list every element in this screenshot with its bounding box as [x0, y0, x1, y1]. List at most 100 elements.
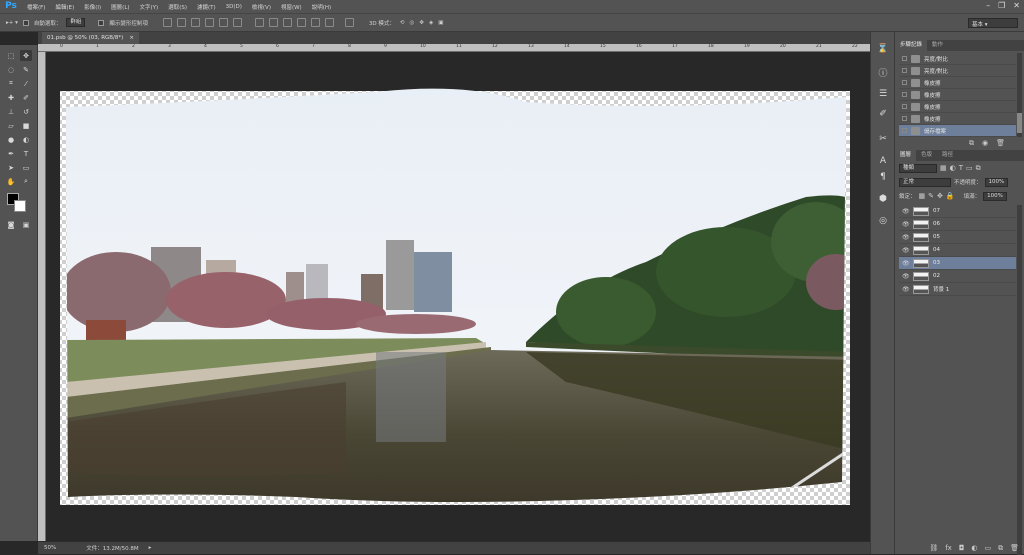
distribute-hcenter-icon[interactable] — [310, 18, 320, 27]
align-right-icon[interactable] — [232, 18, 242, 27]
blend-mode-dropdown[interactable]: 正常 — [899, 177, 951, 187]
brush-panel-icon[interactable]: ✐ — [876, 107, 890, 121]
distribute-vcenter-icon[interactable] — [268, 18, 278, 27]
character-panel-icon[interactable]: A — [876, 154, 890, 168]
history-item[interactable]: 橡皮擦 — [899, 77, 1016, 89]
kind-filter-dropdown[interactable]: 種類 — [899, 163, 937, 173]
canvas-area[interactable] — [46, 52, 870, 541]
visibility-eye-icon[interactable]: 👁 — [902, 247, 910, 254]
menu-filter[interactable]: 濾鏡(T) — [192, 3, 221, 11]
menu-file[interactable]: 檔案(F) — [22, 3, 50, 11]
tab-history[interactable]: 步驟記錄 — [895, 40, 928, 51]
gradient-tool-icon[interactable]: ■ — [20, 120, 32, 131]
menu-help[interactable]: 說明(H) — [307, 3, 336, 11]
pen-tool-icon[interactable]: ✒ — [5, 148, 17, 159]
layers-scrollbar[interactable] — [1017, 205, 1022, 555]
shape-tool-icon[interactable]: ▭ — [20, 162, 32, 173]
3d-roll-icon[interactable]: ◎ — [410, 20, 415, 26]
minimize-icon[interactable]: – — [986, 1, 990, 10]
history-brush-icon[interactable]: ↺ — [20, 106, 32, 117]
3d-slide-icon[interactable]: ◈ — [429, 20, 433, 26]
3d-scale-icon[interactable]: ▣ — [438, 20, 443, 26]
dodge-tool-icon[interactable]: ◐ — [20, 134, 32, 145]
layer-row[interactable]: 👁 05 — [899, 231, 1016, 244]
fill-input[interactable]: 100% — [983, 191, 1007, 201]
delete-layer-icon[interactable]: 🗑 — [1010, 544, 1019, 552]
visibility-eye-icon[interactable]: 👁 — [902, 273, 910, 280]
move-tool-icon[interactable]: ▸+ ▾ — [6, 20, 18, 26]
adjustment-layer-icon[interactable]: ◐ — [971, 544, 977, 552]
menu-3d[interactable]: 3D(D) — [221, 4, 247, 10]
layer-row[interactable]: 👁 03 — [899, 257, 1016, 270]
timeline-panel-icon[interactable]: ◎ — [876, 214, 890, 228]
menu-select[interactable]: 選取(S) — [163, 3, 192, 11]
link-layers-icon[interactable]: ⛓ — [929, 544, 938, 552]
history-item[interactable]: 橡皮擦 — [899, 113, 1016, 125]
lock-all-icon[interactable]: 🔒 — [946, 192, 955, 200]
3d-rotate-icon[interactable]: ⟲ — [400, 20, 405, 26]
tab-paths[interactable]: 路徑 — [937, 150, 958, 161]
type-tool-icon[interactable]: T — [20, 148, 32, 159]
move-tool-icon[interactable]: ✥ — [20, 50, 32, 61]
lock-pixels-icon[interactable]: ✎ — [928, 192, 934, 200]
lasso-tool-icon[interactable]: ◌ — [5, 64, 17, 75]
visibility-eye-icon[interactable]: 👁 — [902, 234, 910, 241]
paragraph-panel-icon[interactable]: ¶ — [876, 170, 890, 184]
tab-actions[interactable]: 動作 — [927, 40, 948, 51]
layer-row[interactable]: 👁 04 — [899, 244, 1016, 257]
eyedropper-icon[interactable]: ⁄ — [20, 78, 32, 89]
lock-position-icon[interactable]: ✥ — [937, 192, 943, 200]
history-scrollbar[interactable] — [1017, 53, 1022, 137]
new-layer-icon[interactable]: ⧉ — [998, 544, 1003, 553]
align-top-icon[interactable] — [162, 18, 172, 27]
menu-layer[interactable]: 圖層(L) — [106, 3, 134, 11]
filter-smart-icon[interactable]: ⧉ — [976, 164, 981, 173]
restore-icon[interactable]: ❐ — [998, 1, 1005, 10]
layer-row[interactable]: 👁 02 — [899, 270, 1016, 283]
close-icon[interactable]: ✕ — [1013, 1, 1020, 10]
distribute-left-icon[interactable] — [296, 18, 306, 27]
trash-icon[interactable]: 🗑 — [996, 139, 1005, 148]
path-select-icon[interactable]: ➤ — [5, 162, 17, 173]
align-left-icon[interactable] — [204, 18, 214, 27]
close-tab-icon[interactable]: × — [129, 32, 134, 44]
tab-layers[interactable]: 圖層 — [895, 150, 917, 161]
filter-shape-icon[interactable]: ▭ — [966, 164, 973, 172]
tab-channels[interactable]: 色版 — [916, 150, 937, 161]
history-item[interactable]: 亮度/對比 — [899, 53, 1016, 65]
visibility-eye-icon[interactable]: 👁 — [902, 286, 910, 293]
blur-tool-icon[interactable]: ● — [5, 134, 17, 145]
background-color-swatch[interactable] — [14, 200, 26, 212]
history-source-checkbox[interactable] — [902, 104, 907, 109]
zoom-level[interactable]: 50% — [44, 545, 56, 551]
align-hcenter-icon[interactable] — [218, 18, 228, 27]
crop-tool-icon[interactable]: ⌗ — [5, 78, 17, 89]
visibility-eye-icon[interactable]: 👁 — [902, 260, 910, 267]
history-source-checkbox[interactable] — [902, 68, 907, 73]
quick-mask-icon[interactable]: ◙ — [5, 219, 17, 230]
zoom-tool-icon[interactable]: ⌕ — [20, 176, 32, 187]
healing-brush-icon[interactable]: ✚ — [5, 92, 17, 103]
history-panel-icon[interactable]: ⌛ — [876, 42, 890, 56]
status-arrow-icon[interactable]: ▸ — [149, 545, 152, 551]
3d-drag-icon[interactable]: ✥ — [419, 20, 424, 26]
eraser-tool-icon[interactable]: ▱ — [5, 120, 17, 131]
layer-style-icon[interactable]: fx — [945, 544, 952, 552]
auto-select-checkbox[interactable] — [22, 19, 29, 26]
history-source-checkbox[interactable] — [902, 128, 907, 133]
layer-row[interactable]: 👁 06 — [899, 218, 1016, 231]
auto-select-dropdown[interactable]: 群組 — [66, 18, 86, 27]
auto-align-icon[interactable] — [344, 18, 354, 27]
menu-type[interactable]: 文字(Y) — [135, 3, 164, 11]
info-panel-icon[interactable]: ⓘ — [876, 67, 890, 81]
marquee-tool-icon[interactable]: ⬚ — [5, 50, 17, 61]
distribute-right-icon[interactable] — [324, 18, 334, 27]
menu-image[interactable]: 影像(I) — [79, 3, 106, 11]
filter-adjust-icon[interactable]: ◐ — [950, 164, 956, 172]
workspace-dropdown[interactable]: 基本 ▾ — [968, 18, 1018, 28]
quick-select-icon[interactable]: ✎ — [20, 64, 32, 75]
tools-preset-icon[interactable]: ✂ — [876, 132, 890, 146]
filter-type-icon[interactable]: T — [959, 164, 963, 172]
align-vcenter-icon[interactable] — [176, 18, 186, 27]
3d-panel-icon[interactable]: ⬢ — [876, 192, 890, 206]
